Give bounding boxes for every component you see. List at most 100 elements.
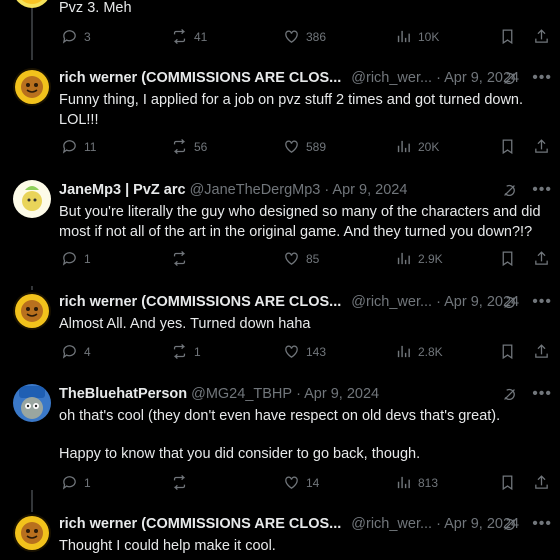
like-count: 143 [306, 344, 327, 359]
share-button[interactable] [533, 250, 550, 270]
views-button[interactable]: 10K [395, 28, 439, 45]
share-icon [535, 29, 548, 43]
avatar[interactable] [13, 0, 51, 8]
bookmark-icon [502, 475, 513, 491]
grok-icon[interactable] [501, 294, 518, 311]
view-count: 813 [418, 475, 439, 490]
post-actions: 1 85 2.9K [59, 250, 552, 270]
like-count: 14 [306, 475, 320, 490]
author-handle[interactable]: @MG24_TBHP [191, 386, 292, 402]
repost-button[interactable]: 56 [171, 138, 207, 155]
reply-icon [62, 476, 76, 490]
post-date[interactable]: · Apr 9, 2024 [324, 182, 407, 198]
bookmark-button[interactable] [499, 250, 516, 270]
post-header: rich werner (COMMISSIONS ARE CLOS... @ri… [59, 514, 560, 534]
author-name[interactable]: rich werner (COMMISSIONS ARE CLOS... [59, 70, 341, 86]
repost-button[interactable] [171, 474, 194, 491]
bookmark-icon [502, 344, 513, 360]
bookmark-icon [502, 29, 513, 45]
sunflower-avatar-icon [13, 0, 51, 8]
heart-icon [285, 345, 298, 358]
post-text: Pvz 3. Meh [59, 0, 132, 16]
more-options-icon[interactable]: ••• [532, 385, 552, 403]
like-button[interactable]: 143 [283, 343, 326, 360]
bookmark-button[interactable] [499, 343, 516, 363]
view-count: 2.8K [418, 344, 443, 359]
grok-icon[interactable] [501, 70, 518, 87]
share-button[interactable] [533, 474, 550, 494]
reply-button[interactable]: 4 [61, 343, 91, 360]
more-options-icon[interactable]: ••• [532, 181, 552, 199]
author-name[interactable]: rich werner (COMMISSIONS ARE CLOS... [59, 516, 341, 532]
author-handle[interactable]: @JaneTheDergMp3 [190, 182, 321, 198]
post-text: Thought I could help make it cool. [59, 538, 276, 554]
avatar[interactable] [13, 292, 51, 330]
like-count: 386 [306, 29, 327, 44]
views-button[interactable]: 20K [395, 138, 439, 155]
like-button[interactable]: 14 [283, 474, 319, 491]
reply-count: 11 [84, 139, 97, 154]
heart-icon [285, 252, 298, 265]
views-button[interactable]: 2.8K [395, 343, 443, 360]
post-date[interactable]: · Apr 9, 2024 [296, 386, 379, 402]
author-name[interactable]: JaneMp3 | PvZ arc [59, 182, 186, 198]
more-options-icon[interactable]: ••• [532, 293, 552, 311]
author-handle[interactable]: @rich_wer... [351, 294, 432, 310]
reply-button[interactable]: 3 [61, 28, 91, 45]
avatar[interactable] [13, 384, 51, 422]
repost-icon [173, 474, 186, 491]
like-button[interactable]: 386 [283, 28, 326, 45]
like-button[interactable]: 85 [283, 250, 319, 267]
grok-icon[interactable] [501, 516, 518, 533]
view-count: 10K [418, 29, 440, 44]
repost-icon [173, 250, 186, 267]
post-header: rich werner (COMMISSIONS ARE CLOS... @ri… [59, 68, 560, 88]
share-icon [535, 475, 548, 489]
author-name[interactable]: rich werner (COMMISSIONS ARE CLOS... [59, 294, 341, 310]
bookmark-button[interactable] [499, 28, 516, 48]
reply-count: 3 [84, 29, 91, 44]
post-text: But you're literally the guy who designe… [59, 204, 541, 240]
views-button[interactable]: 2.9K [395, 250, 443, 267]
repost-button[interactable] [171, 250, 194, 267]
avatar[interactable] [13, 180, 51, 218]
views-button[interactable]: 813 [395, 474, 438, 491]
views-icon [397, 140, 410, 153]
author-name[interactable]: TheBluehatPerson [59, 386, 187, 402]
thread-line [31, 286, 33, 290]
repost-icon [173, 343, 186, 360]
sunflower-avatar-icon [13, 514, 51, 552]
more-options-icon[interactable]: ••• [532, 69, 552, 87]
repost-button[interactable]: 1 [171, 343, 201, 360]
reply-icon [62, 140, 76, 154]
bookmark-button[interactable] [499, 138, 516, 158]
heart-icon [285, 476, 298, 489]
like-count: 85 [306, 251, 320, 266]
share-button[interactable] [533, 28, 550, 48]
zombie-avatar-icon [13, 384, 51, 422]
views-icon [397, 345, 410, 358]
view-count: 20K [418, 139, 440, 154]
heart-icon [285, 30, 298, 43]
reply-button[interactable]: 1 [61, 250, 91, 267]
reply-button[interactable]: 11 [61, 138, 96, 155]
more-options-icon[interactable]: ••• [532, 515, 552, 533]
repost-button[interactable]: 41 [171, 28, 207, 45]
grok-icon[interactable] [501, 386, 518, 403]
post-text: Funny thing, I applied for a job on pvz … [59, 92, 524, 128]
reply-icon [62, 252, 76, 266]
repost-icon [173, 28, 186, 45]
share-button[interactable] [533, 343, 550, 363]
reply-button[interactable]: 1 [61, 474, 91, 491]
avatar[interactable] [13, 514, 51, 552]
bookmark-button[interactable] [499, 474, 516, 494]
share-button[interactable] [533, 138, 550, 158]
grok-icon[interactable] [501, 182, 518, 199]
sunflower-avatar-icon [13, 68, 51, 106]
author-handle[interactable]: @rich_wer... [351, 70, 432, 86]
like-button[interactable]: 589 [283, 138, 326, 155]
author-handle[interactable]: @rich_wer... [351, 516, 432, 532]
post-actions: 4 1 143 2.8K [59, 343, 552, 363]
avatar[interactable] [13, 68, 51, 106]
thread-line [31, 490, 33, 512]
